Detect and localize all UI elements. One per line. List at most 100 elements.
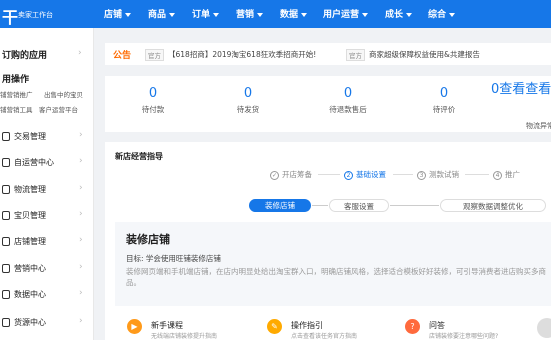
quick-link[interactable]: 铺营销工具: [0, 104, 33, 114]
step-number: 3: [417, 170, 426, 180]
quick-link[interactable]: 出售中的宝贝: [44, 89, 83, 99]
sidebar-item-label: 自运营中心: [14, 158, 54, 167]
sidebar-item-label: 宝贝管理: [14, 211, 46, 220]
card-faq[interactable]: ? 问答 店铺装修要注意哪些问题?: [405, 316, 525, 340]
logo: 干: [2, 8, 19, 27]
nav-label: 成长: [385, 10, 404, 20]
new-store-guide-panel: 新店经营指导 ✓ 开店筹备 2 基础设置 3 测款试销 4 推广 装修店铺 客服设置 观…: [105, 142, 551, 340]
card-subtitle: 店铺装修要注意哪些问题?: [429, 333, 499, 340]
order-stats-panel: 0 待付款 0 待发货 0 待退款售后 0 待评价 0查看查看 物流异常: [105, 76, 551, 132]
nav-user-ops[interactable]: 用户运营: [323, 7, 369, 20]
card-operation-guide[interactable]: ✎ 操作指引 点击查看该任务官方指南: [267, 316, 387, 340]
nav-label: 用户运营: [323, 10, 360, 20]
stat-view-more-link[interactable]: 0查看查看: [491, 81, 551, 98]
task-goal: 目标: 学会使用旺铺装修店铺: [126, 254, 221, 263]
trade-icon: [2, 132, 10, 141]
step-divider: [465, 174, 489, 175]
pill-decorate-shop[interactable]: 装修店铺: [249, 199, 311, 212]
sidebar-item-marketing[interactable]: 营销中心 ›: [0, 259, 93, 279]
card-title: 问答: [429, 321, 445, 330]
sidebar-item-self-ops[interactable]: 自运营中心 ›: [0, 153, 93, 173]
chevron-right-icon: ›: [79, 130, 83, 140]
nav-label: 综合: [428, 10, 447, 20]
quick-link[interactable]: 客户运营平台: [39, 104, 78, 114]
card-beginner-course[interactable]: ▶ 新手课程 无线端店铺装修提升指南: [127, 316, 247, 340]
play-icon: ▶: [127, 319, 142, 334]
nav-shop[interactable]: 店铺: [104, 7, 132, 20]
official-tag: 官方: [346, 49, 365, 61]
chevron-right-icon: ›: [79, 288, 83, 298]
sidebar-item-shop[interactable]: 店铺管理 ›: [0, 232, 93, 252]
pill-connector: [390, 205, 439, 206]
quick-link[interactable]: 铺营销推广: [0, 89, 33, 99]
subscribed-apps-header[interactable]: 订购的应用 ›: [2, 48, 92, 61]
chevron-right-icon: ›: [79, 209, 83, 219]
stat-pending-shipment[interactable]: 0 待发货: [223, 86, 273, 115]
sidebar: 订购的应用 › 用操作 铺营销推广 出售中的宝贝 铺营销工具 客户运营平台 交易管…: [0, 28, 94, 340]
sidebar-item-trade[interactable]: 交易管理 ›: [0, 127, 93, 147]
sidebar-item-supply[interactable]: 货源中心 ›: [0, 313, 93, 333]
chevron-down-icon: [362, 12, 369, 17]
official-tag: 官方: [145, 49, 164, 61]
card-title: 操作指引: [291, 321, 323, 330]
more-card-icon: [537, 318, 551, 338]
step-test-sales[interactable]: 3 测款试销: [417, 169, 459, 180]
sidebar-item-data[interactable]: 数据中心 ›: [0, 285, 93, 305]
step-basic-settings[interactable]: 2 基础设置: [344, 169, 386, 180]
stat-label: 待发货: [236, 105, 260, 114]
announcement-link[interactable]: 商家超级保障权益使用&共建报告: [369, 49, 480, 60]
stat-value: 0: [148, 86, 158, 101]
card-subtitle: 无线端店铺装修提升指南: [151, 333, 218, 340]
nav-label: 订单: [192, 10, 211, 20]
card-subtitle: 点击查看该任务官方指南: [291, 333, 358, 340]
step-promotion[interactable]: 4 推广: [493, 169, 520, 180]
truck-icon: [2, 185, 10, 194]
sidebar-section-title: 用操作: [2, 75, 30, 85]
step-divider: [318, 174, 340, 175]
task-title: 装修店铺: [126, 233, 170, 246]
nav-label: 商品: [148, 10, 167, 20]
sidebar-item-label: 店铺管理: [14, 237, 46, 246]
sidebar-section-title: 订购的应用: [2, 51, 48, 61]
nav-marketing[interactable]: 营销: [236, 7, 264, 20]
nav-label: 店铺: [104, 10, 123, 20]
announcement-link[interactable]: 【618招商】2019淘宝618狂欢季招商开始!: [168, 49, 316, 60]
stat-pending-review[interactable]: 0 待评价: [419, 86, 469, 115]
self-ops-icon: [2, 158, 10, 167]
guide-icon: ✎: [267, 319, 282, 334]
pill-customer-service[interactable]: 客服设置: [329, 199, 389, 212]
top-bar: 干 卖家工作台 店铺 商品 订单 营销 数据 用户运营 成长 综合: [0, 0, 551, 28]
pill-observe-data[interactable]: 观察数据调整优化: [440, 199, 546, 212]
nav-orders[interactable]: 订单: [192, 7, 220, 20]
common-ops-header: 用操作: [2, 72, 29, 85]
chevron-down-icon: [406, 12, 413, 17]
nav-goods[interactable]: 商品: [148, 7, 176, 20]
stat-pending-payment[interactable]: 0 待付款: [128, 86, 178, 115]
nav-growth[interactable]: 成长: [385, 7, 413, 20]
step-prepare[interactable]: ✓ 开店筹备: [270, 169, 312, 180]
sidebar-item-goods[interactable]: 宝贝管理 ›: [0, 206, 93, 226]
sidebar-item-logistics[interactable]: 物流管理 ›: [0, 180, 93, 200]
chart-icon: [2, 290, 10, 299]
chevron-right-icon: ›: [79, 262, 83, 272]
sidebar-item-label: 货源中心: [14, 318, 46, 327]
check-circle-icon: ✓: [270, 170, 279, 180]
stat-value: 0: [343, 86, 353, 101]
chevron-down-icon: [125, 12, 132, 17]
stat-refund-aftersale[interactable]: 0 待退款售后: [323, 86, 373, 115]
supply-icon: [2, 318, 10, 327]
workbench-title: 卖家工作台: [18, 11, 53, 19]
chevron-right-icon: ›: [79, 183, 83, 193]
pill-connector: [312, 205, 328, 206]
sidebar-item-label: 交易管理: [14, 132, 46, 141]
sidebar-item-label: 数据中心: [14, 290, 46, 299]
chevron-right-icon: ›: [79, 156, 83, 166]
marketing-icon: [2, 264, 10, 273]
nav-general[interactable]: 综合: [428, 7, 456, 20]
step-number: 4: [493, 170, 502, 180]
nav-data[interactable]: 数据: [280, 7, 308, 20]
card-title: 新手课程: [151, 321, 183, 330]
step-label: 基础设置: [356, 170, 386, 179]
chevron-down-icon: [213, 12, 220, 17]
question-icon: ?: [405, 319, 420, 334]
